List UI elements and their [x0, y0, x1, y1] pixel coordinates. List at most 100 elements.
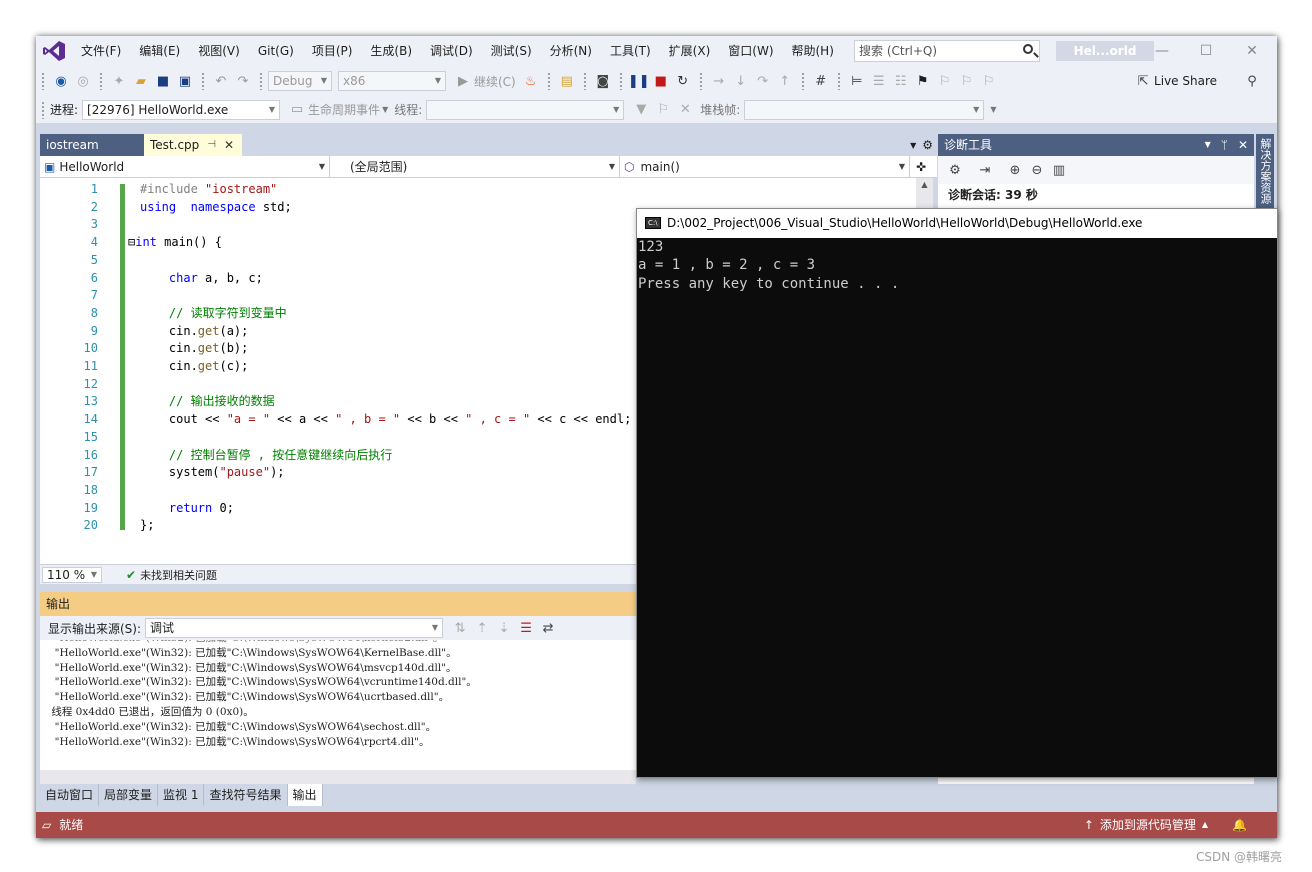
notifications-icon[interactable]: 🔔: [1232, 812, 1247, 838]
folder-view-icon[interactable]: ▤: [556, 70, 578, 92]
issues-status[interactable]: 未找到相关问题: [140, 567, 217, 583]
pin-icon[interactable]: ⊣: [207, 134, 216, 156]
redo-icon[interactable]: ↷: [232, 70, 254, 92]
tool-tab[interactable]: 局部变量: [99, 784, 159, 806]
code-line[interactable]: // 读取字符到变量中: [140, 305, 287, 323]
code-line[interactable]: // 输出接收的数据: [140, 393, 275, 411]
uncomment-icon[interactable]: ☷: [890, 70, 912, 92]
code-line[interactable]: using namespace std;: [140, 199, 292, 217]
chevron-down-icon[interactable]: ▼: [1205, 134, 1211, 156]
thread-icon[interactable]: ⊨: [846, 70, 868, 92]
menu-item[interactable]: 测试(S): [482, 36, 541, 66]
flag-thread-icon[interactable]: ⚐: [652, 99, 674, 121]
navigate-back-icon[interactable]: ◉: [50, 70, 72, 92]
code-line[interactable]: cin.get(c);: [140, 358, 249, 376]
step-over-icon[interactable]: ↷: [752, 70, 774, 92]
code-line[interactable]: #include "iostream": [140, 181, 277, 199]
unflag-thread-icon[interactable]: ✕: [674, 99, 696, 121]
lifecycle-icon[interactable]: ▭: [286, 99, 308, 121]
process-select[interactable]: [22976] HelloWorld.exe ▼: [82, 99, 281, 120]
navigate-forward-icon[interactable]: ◎: [72, 70, 94, 92]
output-text[interactable]: "HelloWorld.exe"(Win32): 已加载"C:\Windows\…: [40, 640, 636, 784]
prev-bookmark-icon[interactable]: ⚐: [934, 70, 956, 92]
stop-icon[interactable]: ■: [650, 70, 672, 92]
new-project-icon[interactable]: ✦: [108, 70, 130, 92]
stack-frame-select[interactable]: ▼: [744, 99, 985, 120]
tool-tab[interactable]: 监视 1: [158, 784, 205, 806]
menu-item[interactable]: 分析(N): [541, 36, 601, 66]
close-icon[interactable]: ✕: [1232, 36, 1272, 66]
minimize-icon[interactable]: —: [1142, 36, 1182, 66]
clear-bookmarks-icon[interactable]: ⚐: [978, 70, 1000, 92]
platform-select[interactable]: x86 ▼: [338, 71, 446, 91]
continue-button[interactable]: 继续(C): [474, 73, 516, 90]
menu-item[interactable]: 生成(B): [361, 36, 421, 66]
menu-item[interactable]: Git(G): [249, 36, 303, 66]
filter-icon[interactable]: ▼: [630, 99, 652, 121]
feedback-icon[interactable]: ⚲: [1241, 70, 1263, 92]
console-window[interactable]: C:\ D:\002_Project\006_Visual_Studio\Hel…: [636, 208, 1278, 778]
code-line[interactable]: cout << "a = " << a << " , b = " << b <<…: [140, 411, 631, 429]
code-line[interactable]: cin.get(b);: [140, 340, 249, 358]
chevron-up-icon[interactable]: ▲: [1202, 812, 1208, 838]
split-editor-icon[interactable]: ✜: [916, 160, 926, 174]
menu-item[interactable]: 项目(P): [303, 36, 362, 66]
menu-item[interactable]: 工具(T): [601, 36, 660, 66]
bookmark-icon[interactable]: ⚑: [912, 70, 934, 92]
code-line[interactable]: system("pause");: [140, 464, 285, 482]
undo-icon[interactable]: ↶: [210, 70, 232, 92]
solution-explorer-side-tab[interactable]: 解决方案资源: [1256, 134, 1274, 208]
open-file-icon[interactable]: ▰: [130, 70, 152, 92]
step-out-icon[interactable]: ↑: [774, 70, 796, 92]
visual-studio-logo-icon[interactable]: [42, 40, 66, 62]
thread-select[interactable]: ▼: [426, 99, 625, 120]
zoom-select[interactable]: 110 % ▼: [42, 566, 102, 583]
save-all-icon[interactable]: ▣: [174, 70, 196, 92]
find-message-icon[interactable]: ⇅: [449, 617, 471, 639]
pause-icon[interactable]: ❚❚: [628, 70, 650, 92]
hex-display-icon[interactable]: #: [810, 70, 832, 92]
show-next-statement-icon[interactable]: →: [708, 70, 730, 92]
add-to-source-control-button[interactable]: 添加到源代码管理: [1100, 812, 1196, 838]
pin-icon[interactable]: ᛘ: [1221, 134, 1228, 156]
export-icon[interactable]: ⇥: [974, 159, 996, 181]
tool-tab[interactable]: 输出: [287, 784, 323, 806]
toolbar-grip[interactable]: [41, 100, 45, 119]
code-line[interactable]: char a, b, c;: [140, 270, 263, 288]
maximize-icon[interactable]: ☐: [1186, 36, 1226, 66]
menu-item[interactable]: 调试(D): [421, 36, 482, 66]
gear-icon[interactable]: ⚙: [922, 138, 933, 152]
tool-tab[interactable]: 查找符号结果: [204, 784, 288, 806]
menu-item[interactable]: 文件(F): [72, 36, 130, 66]
code-line[interactable]: return 0;: [140, 500, 234, 518]
menu-item[interactable]: 窗口(W): [719, 36, 782, 66]
next-bookmark-icon[interactable]: ⚐: [956, 70, 978, 92]
live-share-icon[interactable]: ⇱: [1132, 70, 1154, 92]
word-wrap-icon[interactable]: ⇄: [537, 617, 559, 639]
screenshot-icon[interactable]: ◙: [592, 70, 614, 92]
toolbar-grip[interactable]: [41, 72, 45, 90]
step-into-icon[interactable]: ↓: [730, 70, 752, 92]
zoom-in-icon[interactable]: ⊕: [1004, 159, 1026, 181]
restart-icon[interactable]: ↻: [672, 70, 694, 92]
clear-all-icon[interactable]: ☰: [515, 617, 537, 639]
project-select[interactable]: ▣ HelloWorld ▼: [40, 155, 330, 178]
close-tab-icon[interactable]: ✕: [224, 134, 234, 156]
save-icon[interactable]: ■: [152, 70, 174, 92]
close-icon[interactable]: ✕: [1238, 134, 1248, 156]
tab-overflow-icon[interactable]: ▼: [910, 141, 916, 150]
tool-tab[interactable]: 自动窗口: [40, 784, 100, 806]
console-title-bar[interactable]: C:\ D:\002_Project\006_Visual_Studio\Hel…: [637, 209, 1277, 238]
menu-item[interactable]: 编辑(E): [130, 36, 189, 66]
search-input[interactable]: 搜索 (Ctrl+Q): [854, 40, 1040, 62]
hot-reload-icon[interactable]: ♨: [520, 70, 542, 92]
settings-icon[interactable]: ⚙: [944, 159, 966, 181]
tab-iostream[interactable]: iostream: [40, 134, 144, 156]
zoom-out-icon[interactable]: ⊖: [1026, 159, 1048, 181]
code-line[interactable]: // 控制台暂停 , 按任意键继续向后执行: [140, 447, 392, 465]
next-message-icon[interactable]: ⇣: [493, 617, 515, 639]
scope-select[interactable]: (全局范围) ▼: [330, 155, 620, 178]
lifecycle-events-button[interactable]: 生命周期事件: [308, 101, 380, 118]
continue-icon[interactable]: ▶: [452, 70, 474, 92]
console-output[interactable]: 123 a = 1 , b = 2 , c = 3 Press any key to…: [637, 238, 1277, 293]
